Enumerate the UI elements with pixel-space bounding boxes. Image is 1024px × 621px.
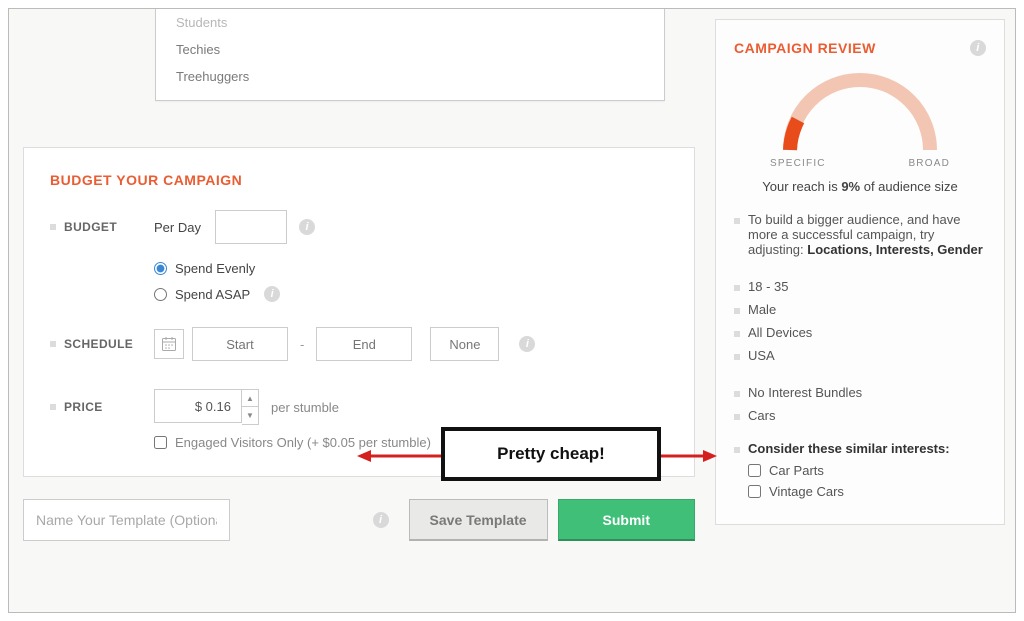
reach-text: Your reach is 9% of audience size [734,179,986,194]
price-input-group: ▲ ▼ [154,389,259,425]
reach-suffix: of audience size [860,179,958,194]
price-label: PRICE [50,400,154,414]
annotation-arrow-right-icon [657,449,717,463]
targeting-devices: All Devices [734,321,986,344]
gauge-labels: SPECIFIC BROAD [770,158,950,169]
gauge-broad-label: BROAD [908,158,950,169]
schedule-none-button[interactable]: None [430,327,499,361]
spend-evenly-radio[interactable] [154,262,167,275]
interest-item[interactable]: Students [176,9,664,36]
budget-label: BUDGET [50,220,154,234]
targeting-gender: Male [734,298,986,321]
price-input[interactable] [154,389,242,423]
gauge-specific-label: SPECIFIC [770,158,826,169]
info-icon[interactable]: i [299,219,315,235]
spend-asap-label: Spend ASAP [175,287,250,302]
info-icon[interactable]: i [519,336,535,352]
similar-interest-option[interactable]: Car Parts [734,460,986,481]
interest-item[interactable]: Treehuggers [176,63,664,90]
schedule-controls: - None i [154,327,535,361]
review-title: CAMPAIGN REVIEW i [734,40,986,56]
per-day-label: Per Day [154,220,201,235]
reach-gauge: SPECIFIC BROAD [734,72,986,169]
reach-prefix: Your reach is [762,179,841,194]
campaign-review-card: CAMPAIGN REVIEW i SPECIFIC BROAD Your re… [715,19,1005,525]
gauge-icon [770,72,950,152]
similar-interests-heading: Consider these similar interests: [734,437,986,460]
spend-evenly-label: Spend Evenly [175,261,255,276]
spend-asap-radio[interactable] [154,288,167,301]
interest-cars: Cars [734,404,986,427]
calendar-icon[interactable] [154,329,184,359]
sidebar: CAMPAIGN REVIEW i SPECIFIC BROAD Your re… [715,19,1005,525]
annotation-callout: Pretty cheap! [441,427,661,481]
submit-button[interactable]: Submit [558,499,695,541]
review-targeting: 18 - 35 Male All Devices USA [734,275,986,367]
stepper-up-icon[interactable]: ▲ [242,390,258,407]
price-row: PRICE ▲ ▼ per stumble [50,389,668,425]
schedule-label: SCHEDULE [50,337,154,351]
per-stumble-label: per stumble [271,400,339,415]
schedule-dash: - [300,337,304,352]
annotation-arrow-left-icon [357,449,447,463]
schedule-start-input[interactable] [192,327,288,361]
bottom-bar: i Save Template Submit [23,499,695,541]
spend-asap-option[interactable]: Spend ASAP i [154,281,668,307]
panel-title: BUDGET YOUR CAMPAIGN [50,172,668,188]
template-name-wrap: i [23,499,399,541]
price-stepper[interactable]: ▲ ▼ [242,389,259,425]
targeting-age: 18 - 35 [734,275,986,298]
interest-item[interactable]: Techies [176,36,664,63]
spend-mode-group: Spend Evenly Spend ASAP i [154,256,668,307]
info-icon[interactable]: i [970,40,986,56]
stepper-down-icon[interactable]: ▼ [242,407,258,424]
review-tips: To build a bigger audience, and have mor… [734,208,986,261]
similar-car-parts-checkbox[interactable] [748,464,761,477]
similar-interest-option[interactable]: Vintage Cars [734,481,986,502]
info-icon[interactable]: i [264,286,280,302]
budget-row: BUDGET Per Day i [50,210,668,244]
targeting-location: USA [734,344,986,367]
similar-vintage-cars-label: Vintage Cars [769,484,844,499]
spend-evenly-option[interactable]: Spend Evenly [154,256,668,281]
similar-vintage-cars-checkbox[interactable] [748,485,761,498]
schedule-row: SCHEDULE - None i [50,327,668,361]
review-tip: To build a bigger audience, and have mor… [734,208,986,261]
interest-list-box: Students Techies Treehuggers [155,9,665,101]
review-title-text: CAMPAIGN REVIEW [734,40,876,56]
save-template-button[interactable]: Save Template [409,499,548,541]
budget-input[interactable] [215,210,287,244]
reach-percent: 9% [841,179,860,194]
app-frame: Students Techies Treehuggers BUDGET YOUR… [8,8,1016,613]
review-interests: No Interest Bundles Cars [734,381,986,427]
engaged-visitors-checkbox[interactable] [154,436,167,449]
similar-car-parts-label: Car Parts [769,463,824,478]
schedule-end-input[interactable] [316,327,412,361]
template-name-input[interactable] [23,499,230,541]
info-icon[interactable]: i [373,512,389,528]
engaged-visitors-label: Engaged Visitors Only (+ $0.05 per stumb… [175,435,431,450]
no-interest-bundles: No Interest Bundles [734,381,986,404]
tip-bold: Locations, Interests, Gender [807,242,983,257]
